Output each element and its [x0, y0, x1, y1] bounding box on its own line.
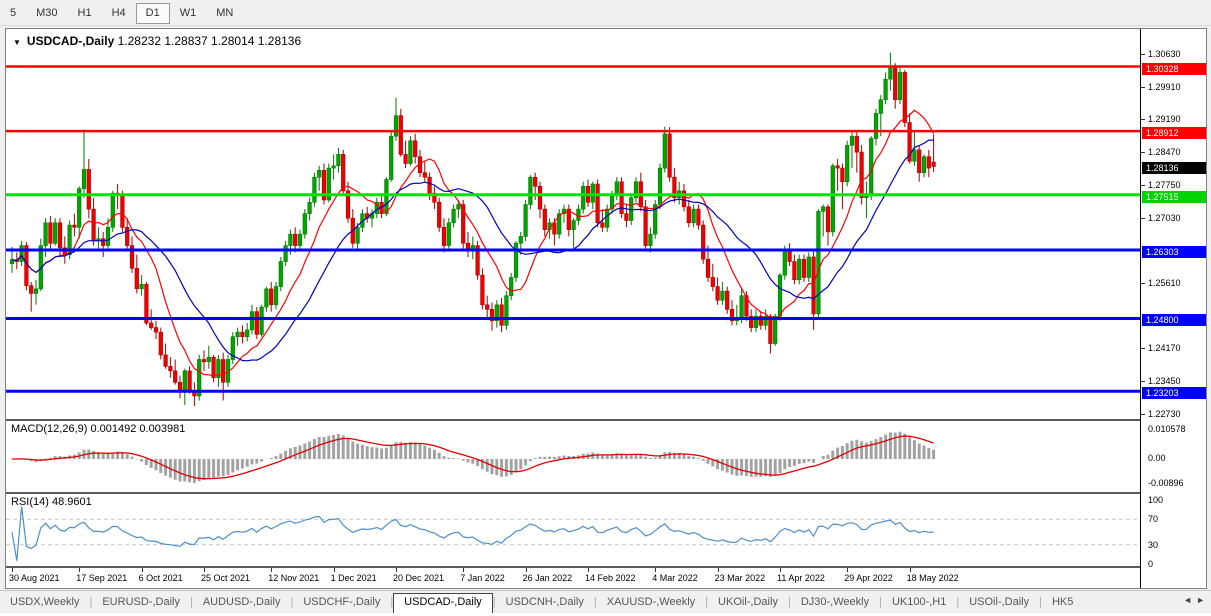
- timeframe-button-d1[interactable]: D1: [135, 3, 170, 24]
- price-tick-label: 1.27750: [1148, 180, 1181, 190]
- macd-tick-label: 0.00: [1148, 453, 1166, 463]
- rsi-tick-label: 0: [1148, 559, 1154, 569]
- price-tick-label: 1.29910: [1148, 82, 1181, 92]
- tab-scroll-arrows: ◄►: [1183, 595, 1209, 605]
- date-label: 23 Mar 2022: [714, 573, 766, 583]
- chart-tab-xauusd-weekly[interactable]: XAUUSD-,Weekly: [597, 594, 705, 611]
- date-label: 26 Jan 2022: [522, 573, 573, 583]
- rsi-tick-label: 30: [1148, 539, 1159, 550]
- price-badge-1.28136: 1.28136: [1142, 162, 1206, 174]
- rsi-pane-label: RSI(14) 48.9601: [11, 496, 92, 508]
- date-label: 7 Jan 2022: [460, 573, 505, 583]
- chart-tab-bar: USDX,Weekly | EURUSD-,Daily | AUDUSD-,Daily |…: [0, 590, 1211, 614]
- price-tick-label: 1.29190: [1148, 114, 1181, 124]
- chart-tab-usoil-daily[interactable]: USOil-,Daily: [959, 594, 1039, 611]
- price-axis: 1.30630 1.29910 1.29190 1.28470 1.27750 1.270…: [1141, 29, 1206, 588]
- date-label: 4 Mar 2022: [652, 573, 698, 583]
- date-label: 29 Apr 2022: [844, 573, 893, 583]
- date-label: 11 Apr 2022: [777, 573, 825, 583]
- chart-ohlc-values: 1.28232 1.28837 1.28014 1.28136: [117, 34, 302, 48]
- price-badge-1.26303: 1.26303: [1142, 246, 1206, 258]
- price-badge-1.28912: 1.28912: [1142, 127, 1206, 139]
- price-tick-label: 1.25610: [1148, 278, 1181, 288]
- date-label: 12 Nov 2021: [268, 573, 320, 583]
- rsi-pane[interactable]: [6, 494, 1140, 566]
- chart-tab-audusd-daily[interactable]: AUDUSD-,Daily: [193, 594, 291, 611]
- tab-scroll-right-icon[interactable]: ►: [1196, 595, 1209, 605]
- chart-title: ▼ USDCAD-,Daily 1.28232 1.28837 1.28014 1…: [13, 34, 301, 48]
- price-chart-pane[interactable]: [6, 29, 1140, 419]
- timeframe-button-h4[interactable]: H4: [102, 3, 136, 24]
- price-badge-1.24800: 1.24800: [1142, 314, 1206, 326]
- price-tick-label: 1.23450: [1148, 376, 1181, 386]
- chart-tab-dj30-weekly[interactable]: DJ30-,Weekly: [791, 594, 879, 611]
- chart-dropdown-icon[interactable]: ▼: [13, 38, 21, 47]
- tab-scroll-left-icon[interactable]: ◄: [1183, 595, 1196, 605]
- trading-terminal: 5 M30 H1 H4 D1 W1 MN ▼ USDCAD-,Daily 1.28232 1.…: [0, 0, 1211, 616]
- date-label: 18 May 2022: [906, 573, 959, 583]
- date-label: 14 Feb 2022: [585, 573, 636, 583]
- chart-tab-usdx-weekly[interactable]: USDX,Weekly: [0, 594, 89, 611]
- chart-symbol-label: USDCAD-,Daily: [26, 34, 115, 48]
- chart-tab-usdcnh-daily[interactable]: USDCNH-,Daily: [496, 594, 594, 611]
- price-tick-label: 1.27030: [1148, 213, 1181, 223]
- macd-tick-label: 0.010578: [1148, 424, 1186, 434]
- date-label: 1 Dec 2021: [330, 573, 377, 583]
- timeframe-toolbar: 5 M30 H1 H4 D1 W1 MN: [0, 0, 1211, 26]
- pane-separator: [6, 566, 1206, 568]
- timeframe-button-m30[interactable]: M30: [26, 3, 67, 24]
- chart-tab-usdchf-daily[interactable]: USDCHF-,Daily: [293, 594, 390, 611]
- date-label: 17 Sep 2021: [76, 573, 128, 583]
- price-badge-1.30328: 1.30328: [1142, 63, 1206, 75]
- timeframe-button-w1[interactable]: W1: [170, 3, 207, 24]
- macd-tick-label: -0.00896: [1148, 477, 1184, 488]
- timeframe-button-h1[interactable]: H1: [68, 3, 102, 24]
- price-badge-1.27515: 1.27515: [1142, 191, 1206, 203]
- rsi-tick-label: 70: [1148, 514, 1159, 525]
- chart-tab-usdcad-daily[interactable]: USDCAD-,Daily: [393, 593, 493, 613]
- timeframe-button-mn[interactable]: MN: [206, 3, 243, 24]
- price-tick-label: 1.30630: [1148, 49, 1181, 59]
- date-label: 6 Oct 2021: [138, 573, 183, 583]
- rsi-tick-label: 100: [1148, 495, 1164, 505]
- price-badge-1.23203: 1.23203: [1142, 387, 1206, 399]
- price-tick-label: 1.28470: [1148, 147, 1181, 157]
- price-tick-label: 1.22730: [1148, 409, 1181, 419]
- date-label: 30 Aug 2021: [9, 573, 60, 583]
- chart-window: ▼ USDCAD-,Daily 1.28232 1.28837 1.28014 1…: [5, 28, 1207, 589]
- chart-tab-uk100-h1[interactable]: UK100-,H1: [882, 594, 956, 611]
- chart-tab-ukoil-daily[interactable]: UKOil-,Daily: [708, 594, 788, 611]
- chart-tab-hk5[interactable]: HK5: [1042, 594, 1083, 611]
- timeframe-button-5[interactable]: 5: [0, 3, 26, 24]
- chart-tab-eurusd-daily[interactable]: EURUSD-,Daily: [92, 594, 190, 611]
- price-tick-label: 1.24170: [1148, 343, 1181, 353]
- macd-pane-label: MACD(12,26,9) 0.001492 0.003981: [11, 423, 186, 435]
- date-label: 25 Oct 2021: [201, 573, 251, 583]
- date-label: 20 Dec 2021: [393, 573, 445, 583]
